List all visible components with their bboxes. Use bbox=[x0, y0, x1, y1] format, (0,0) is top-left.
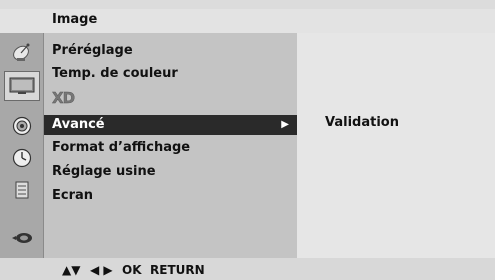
menu-item-label: Ecran bbox=[52, 188, 94, 203]
category-picture-tab[interactable] bbox=[4, 37, 40, 67]
submenu-item-validation[interactable]: Validation bbox=[325, 115, 399, 130]
menu-item-screen[interactable]: Ecran bbox=[44, 186, 297, 206]
navigation-hint-bar: ▲▼ ◀ ▶ OK RETURN bbox=[0, 258, 495, 280]
menu-item-label: Format d’affichage bbox=[52, 140, 191, 155]
satellite-dish-icon bbox=[13, 43, 30, 61]
speaker-icon bbox=[12, 116, 32, 136]
left-right-arrows-icon: ◀ ▶ bbox=[90, 263, 113, 277]
clock-icon bbox=[12, 148, 32, 168]
menu-item-label: Préréglage bbox=[52, 43, 133, 58]
submenu-panel: Validation bbox=[297, 33, 495, 258]
category-time-tab[interactable] bbox=[4, 143, 40, 173]
menu-item-label: Temp. de couleur bbox=[52, 66, 178, 81]
submenu-arrow-icon: ▶ bbox=[281, 119, 289, 130]
menu-item-color-temperature[interactable]: Temp. de couleur bbox=[44, 64, 297, 84]
category-icon-column bbox=[0, 33, 44, 258]
menu-item-label: Avancé bbox=[52, 117, 105, 132]
menu-item-advanced[interactable]: Avancé ▶ bbox=[44, 115, 297, 135]
return-hint: RETURN bbox=[150, 263, 205, 277]
xd-logo: XD bbox=[52, 89, 75, 107]
options-icon bbox=[15, 181, 29, 199]
menu-item-xd[interactable]: XD bbox=[44, 88, 297, 108]
osd-menu: Image Préréglage Temp. de couleur XD Ava… bbox=[0, 0, 495, 280]
category-input-tab[interactable] bbox=[4, 223, 40, 253]
main-menu: Préréglage Temp. de couleur XD Avancé ▶ … bbox=[44, 33, 297, 258]
category-image-tab[interactable] bbox=[4, 71, 40, 101]
category-options-tab[interactable] bbox=[4, 175, 40, 205]
menu-header: Image bbox=[0, 9, 495, 33]
up-down-arrows-icon: ▲▼ bbox=[62, 263, 81, 277]
menu-item-factory-reset[interactable]: Réglage usine bbox=[44, 162, 297, 182]
input-source-icon bbox=[12, 233, 32, 243]
ok-hint: OK bbox=[122, 263, 142, 277]
menu-title: Image bbox=[52, 12, 98, 27]
menu-item-preset[interactable]: Préréglage bbox=[44, 41, 297, 61]
menu-item-label: Réglage usine bbox=[52, 164, 156, 179]
tv-screen-icon bbox=[9, 77, 35, 94]
category-audio-tab[interactable] bbox=[4, 111, 40, 141]
menu-item-aspect-ratio[interactable]: Format d’affichage bbox=[44, 138, 297, 158]
